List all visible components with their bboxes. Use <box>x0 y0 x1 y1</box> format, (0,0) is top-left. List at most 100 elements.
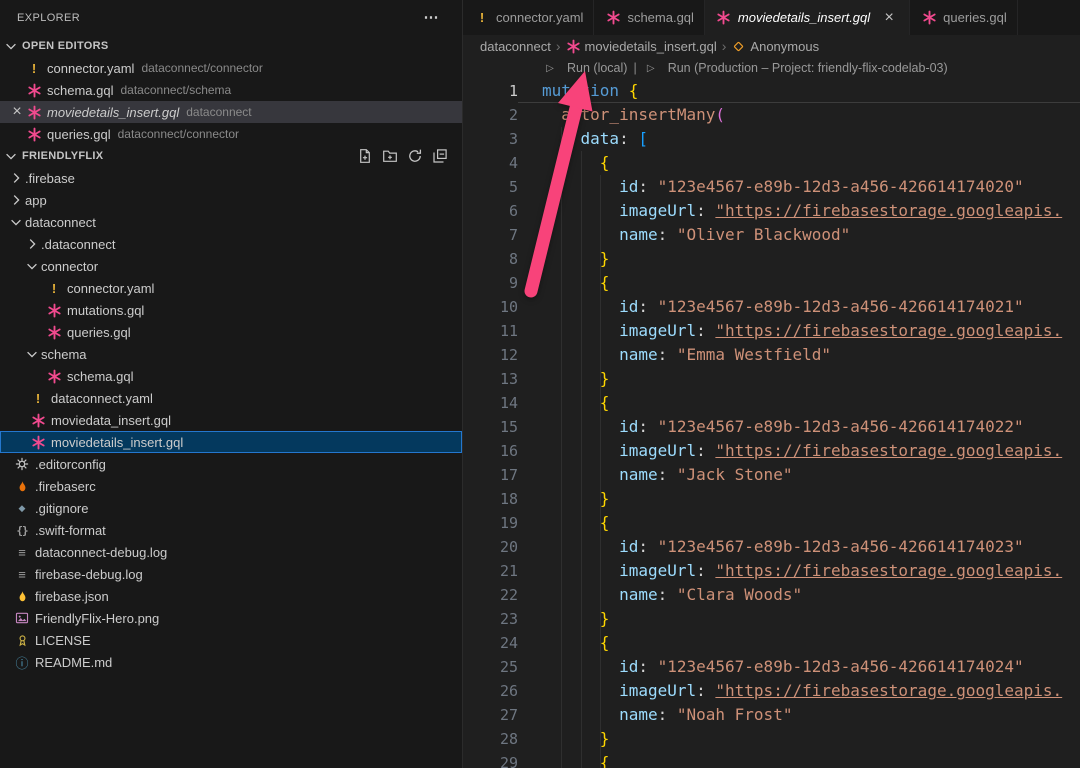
open-editor-item[interactable]: schema.gqldataconnect/schema <box>0 79 462 101</box>
line-number: 22 <box>463 583 518 607</box>
open-editors-header[interactable]: OPEN EDITORS <box>0 35 462 57</box>
tree-item-schema[interactable]: schema <box>0 343 462 365</box>
collapse-all-icon[interactable] <box>432 148 448 164</box>
code-token: data <box>581 129 620 148</box>
url-link[interactable]: "https://firebasestorage.googleapis. <box>715 441 1062 460</box>
refresh-icon[interactable] <box>407 148 423 164</box>
open-editor-item[interactable]: !connector.yamldataconnect/connector <box>0 57 462 79</box>
code-token: : <box>638 297 657 316</box>
tree-item--firebase[interactable]: .firebase <box>0 167 462 189</box>
line-number: 2 <box>463 103 518 127</box>
close-tab-button[interactable]: × <box>881 10 899 26</box>
line-number: 13 <box>463 367 518 391</box>
tree-item-license[interactable]: LICENSE <box>0 629 462 651</box>
tree-item--swift-format[interactable]: {}.swift-format <box>0 519 462 541</box>
gql-icon <box>30 434 46 450</box>
code-token: : <box>638 537 657 556</box>
code-token: name <box>619 585 658 604</box>
tab-moviedetails-insert-gql[interactable]: moviedetails_insert.gql× <box>705 0 910 35</box>
tree-item--firebaserc[interactable]: .firebaserc <box>0 475 462 497</box>
code-token: : <box>696 201 715 220</box>
tree-item-mutations-gql[interactable]: mutations.gql <box>0 299 462 321</box>
url-link[interactable]: "https://firebasestorage.googleapis. <box>715 201 1062 220</box>
tree-item-moviedetails-insert-gql[interactable]: moviedetails_insert.gql <box>0 431 462 453</box>
tree-item-queries-gql[interactable]: queries.gql <box>0 321 462 343</box>
tree-item-readme-md[interactable]: ⓘREADME.md <box>0 651 462 673</box>
url-link[interactable]: "https://firebasestorage.googleapis. <box>715 561 1062 580</box>
more-actions-icon[interactable]: ⋯ <box>423 10 444 26</box>
url-link[interactable]: "https://firebasestorage.googleapis. <box>715 321 1062 340</box>
code-line: 9 { <box>463 271 1080 295</box>
code-token: : <box>658 705 677 724</box>
url-link[interactable]: "https://firebasestorage.googleapis. <box>715 681 1062 700</box>
codelens-run-link[interactable]: ▷Run (Production – Project: friendly-fli… <box>643 60 948 76</box>
code-text: name: "Oliver Blackwood" <box>518 223 850 247</box>
tree-item-dataconnect[interactable]: dataconnect <box>0 211 462 233</box>
tab-label: connector.yaml <box>496 10 583 25</box>
code-token <box>542 393 600 412</box>
tab-queries-gql[interactable]: queries.gql <box>910 0 1018 35</box>
code-line: 21 imageUrl: "https://firebasestorage.go… <box>463 559 1080 583</box>
codelens-separator: | <box>633 61 636 75</box>
chevron-down-icon <box>24 346 40 362</box>
tree-item--dataconnect[interactable]: .dataconnect <box>0 233 462 255</box>
tree-item-dataconnect-debug-log[interactable]: ≡dataconnect-debug.log <box>0 541 462 563</box>
open-editors-list: !connector.yamldataconnect/connectorsche… <box>0 57 462 145</box>
breadcrumb-label: dataconnect <box>480 39 551 54</box>
code-token: } <box>600 249 610 268</box>
code-text: } <box>518 487 609 511</box>
line-number: 5 <box>463 175 518 199</box>
codelens-run-link[interactable]: ▷Run (local) <box>542 60 627 76</box>
tree-item-label: .firebase <box>25 171 75 186</box>
code-line: 19 { <box>463 511 1080 535</box>
code-token <box>542 273 600 292</box>
close-icon: × <box>881 10 897 26</box>
code-editor[interactable]: ▷Run (local) | ▷Run (Production – Project:… <box>463 57 1080 768</box>
code-token: imageUrl <box>619 441 696 460</box>
code-token: name <box>619 465 658 484</box>
more-actions-icon: ⋯ <box>423 10 439 26</box>
tree-item-label: firebase-debug.log <box>35 567 143 582</box>
line-number: 3 <box>463 127 518 151</box>
code-line: 29 { <box>463 751 1080 768</box>
close-editor-button[interactable]: × <box>8 104 26 120</box>
code-text: } <box>518 367 609 391</box>
tree-item-moviedata-insert-gql[interactable]: moviedata_insert.gql <box>0 409 462 431</box>
tab-label: queries.gql <box>943 10 1007 25</box>
tree-item-schema-gql[interactable]: schema.gql <box>0 365 462 387</box>
breadcrumb-item[interactable]: Anonymous <box>731 38 819 54</box>
tree-item--gitignore[interactable]: ◆.gitignore <box>0 497 462 519</box>
code-token: : <box>638 177 657 196</box>
project-root-header[interactable]: FRIENDLYFLIX <box>0 145 462 167</box>
tree-item-firebase-json[interactable]: firebase.json <box>0 585 462 607</box>
codelens: ▷Run (local) | ▷Run (Production – Project:… <box>542 57 1080 79</box>
tree-item-connector[interactable]: connector <box>0 255 462 277</box>
breadcrumb-item[interactable]: moviedetails_insert.gql <box>566 38 717 54</box>
tree-item-label: connector.yaml <box>67 281 154 296</box>
gql-icon <box>30 412 46 428</box>
open-editor-item[interactable]: queries.gqldataconnect/connector <box>0 123 462 145</box>
line-number: 23 <box>463 607 518 631</box>
tab-schema-gql[interactable]: schema.gql <box>594 0 704 35</box>
close-icon: × <box>9 104 25 120</box>
code-line: 23 } <box>463 607 1080 631</box>
tree-item-friendlyflix-hero-png[interactable]: FriendlyFlix-Hero.png <box>0 607 462 629</box>
tree-item-firebase-debug-log[interactable]: ≡firebase-debug.log <box>0 563 462 585</box>
code-token: imageUrl <box>619 321 696 340</box>
tree-item-app[interactable]: app <box>0 189 462 211</box>
tree-item-connector-yaml[interactable]: !connector.yaml <box>0 277 462 299</box>
new-folder-icon[interactable] <box>382 148 398 164</box>
code-token: "123e4567-e89b-12d3-a456-426614174022" <box>658 417 1024 436</box>
code-line: 12 name: "Emma Westfield" <box>463 343 1080 367</box>
new-file-icon[interactable] <box>357 148 373 164</box>
open-editors-label: OPEN EDITORS <box>22 40 109 52</box>
braces-icon: {} <box>14 522 30 538</box>
tree-item-label: .editorconfig <box>35 457 106 472</box>
tree-item--editorconfig[interactable]: .editorconfig <box>0 453 462 475</box>
line-number: 10 <box>463 295 518 319</box>
tree-item-dataconnect-yaml[interactable]: !dataconnect.yaml <box>0 387 462 409</box>
code-token <box>542 369 600 388</box>
breadcrumb-item[interactable]: dataconnect <box>480 39 551 54</box>
tab-connector-yaml[interactable]: !connector.yaml <box>463 0 594 35</box>
open-editor-item[interactable]: ×moviedetails_insert.gqldataconnect <box>0 101 462 123</box>
